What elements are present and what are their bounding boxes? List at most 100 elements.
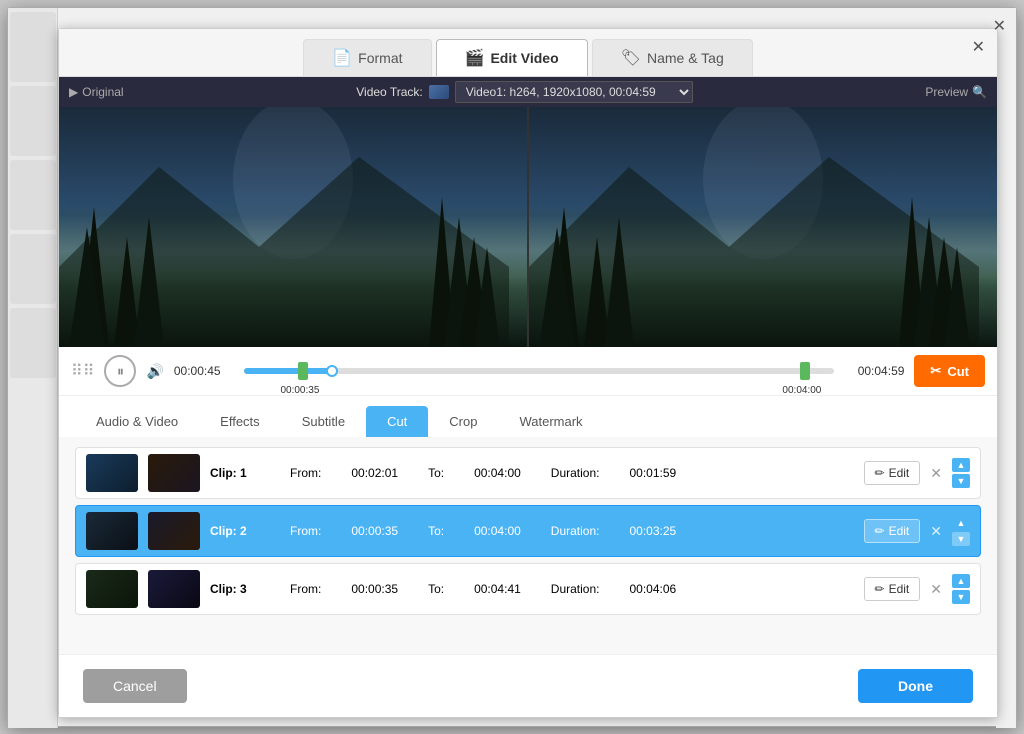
- bg-sidebar-item: [10, 86, 56, 156]
- clip-1-from-time: 00:02:01: [351, 466, 398, 480]
- pencil-icon: ✏: [875, 466, 885, 480]
- cut-button[interactable]: ✂ Cut: [914, 355, 985, 387]
- clip-1-to-time: 00:04:00: [474, 466, 521, 480]
- clip-1-from-label: From:: [290, 466, 321, 480]
- clip-2-duration: 00:03:25: [630, 524, 677, 538]
- sub-tab-cut-label: Cut: [387, 414, 407, 429]
- clip-row-1[interactable]: Clip: 1 From: 00:02:01 To: 00:04:00 Dura…: [75, 447, 981, 499]
- time-current: 00:00:45: [174, 364, 234, 378]
- timeline[interactable]: 00:00:35 00:04:00: [244, 361, 835, 381]
- sub-tab-watermark[interactable]: Watermark: [498, 406, 603, 437]
- clip-2-info: Clip: 2 From: 00:00:35 To: 00:04:00 Dura…: [210, 524, 854, 538]
- clip-row-2[interactable]: Clip: 2 From: 00:00:35 To: 00:04:00 Dura…: [75, 505, 981, 557]
- tab-bar: 📄 Format 🎬 Edit Video 🏷 Name & Tag: [59, 29, 997, 77]
- tab-format[interactable]: 📄 Format: [303, 39, 431, 76]
- controls-bar: ⠿⠿ ⏸ 🔊 00:00:45 00:00:35 00:04:00 00:04:…: [59, 347, 997, 396]
- timeline-playhead[interactable]: [326, 365, 338, 377]
- bg-sidebar-item: [10, 12, 56, 82]
- done-button[interactable]: Done: [858, 669, 973, 703]
- search-icon: 🔍: [972, 85, 987, 99]
- clip-2-from-time: 00:00:35: [351, 524, 398, 538]
- sub-tab-effects[interactable]: Effects: [199, 406, 281, 437]
- clip-1-duration: 00:01:59: [630, 466, 677, 480]
- tab-name-tag[interactable]: 🏷 Name & Tag: [592, 39, 753, 76]
- sub-tab-crop-label: Crop: [449, 414, 477, 429]
- clip-1-down-button[interactable]: ▼: [952, 474, 970, 488]
- sub-tab-audio-video-label: Audio & Video: [96, 414, 178, 429]
- clip-2-thumb-b: [148, 512, 200, 550]
- clip-1-name: Clip: 1: [210, 466, 260, 480]
- clip-2-edit-label: Edit: [889, 524, 910, 538]
- clip-1-close-icon[interactable]: ✕: [930, 466, 942, 480]
- clip-3-edit-label: Edit: [889, 582, 910, 596]
- sub-tab-bar: Audio & Video Effects Subtitle Cut Crop …: [59, 396, 997, 437]
- clip-3-down-button[interactable]: ▼: [952, 590, 970, 604]
- clip-3-actions: ✏ Edit: [864, 577, 921, 601]
- preview-label: Preview: [925, 85, 968, 99]
- video-track-dropdown[interactable]: Video1: h264, 1920x1080, 00:04:59: [455, 81, 693, 103]
- video-left: [59, 107, 529, 347]
- video-track-thumb: [429, 85, 449, 99]
- clip-1-edit-label: Edit: [889, 466, 910, 480]
- time-end: 00:04:59: [844, 364, 904, 378]
- sub-tab-effects-label: Effects: [220, 414, 260, 429]
- edit-video-icon: 🎬: [465, 48, 485, 68]
- sub-tab-crop[interactable]: Crop: [428, 406, 498, 437]
- timeline-handle-left[interactable]: 00:00:35: [298, 362, 308, 380]
- clip-3-duration-label: Duration:: [551, 582, 600, 596]
- clip-1-up-button[interactable]: ▲: [952, 458, 970, 472]
- original-badge: ▶ Original: [69, 85, 124, 99]
- pencil-icon-2: ✏: [875, 524, 885, 538]
- video-bg-right: [529, 107, 997, 347]
- tree-silhouette-right: [529, 107, 997, 347]
- pause-button[interactable]: ⏸: [104, 355, 136, 387]
- pause-icon: ⏸: [117, 363, 124, 380]
- clip-row-3[interactable]: Clip: 3 From: 00:00:35 To: 00:04:41 Dura…: [75, 563, 981, 615]
- clip-2-close-icon[interactable]: ✕: [930, 524, 942, 538]
- clip-2-arrow-controls: ▲ ▼: [952, 516, 970, 546]
- timeline-handle-right[interactable]: 00:04:00: [800, 362, 810, 380]
- clip-1-info: Clip: 1 From: 00:02:01 To: 00:04:00 Dura…: [210, 466, 854, 480]
- clip-1-edit-button[interactable]: ✏ Edit: [864, 461, 921, 485]
- tab-edit-video[interactable]: 🎬 Edit Video: [436, 39, 588, 76]
- video-section: ▶ Original Video Track: Video1: h264, 19…: [59, 77, 997, 347]
- handle-right-time: 00:04:00: [782, 385, 821, 396]
- scissors-icon: ✂: [930, 363, 941, 379]
- video-track-label: Video Track:: [356, 85, 422, 99]
- sub-tab-watermark-label: Watermark: [519, 414, 582, 429]
- cancel-button[interactable]: Cancel: [83, 669, 187, 703]
- sub-tab-subtitle-label: Subtitle: [302, 414, 345, 429]
- video-display: [59, 107, 997, 347]
- video-track-info: Video Track: Video1: h264, 1920x1080, 00…: [356, 81, 692, 103]
- clip-2-name: Clip: 2: [210, 524, 260, 538]
- video-header: ▶ Original Video Track: Video1: h264, 19…: [59, 77, 997, 107]
- tab-edit-video-label: Edit Video: [490, 50, 558, 66]
- clip-3-thumb-a: [86, 570, 138, 608]
- clip-1-actions: ✏ Edit: [864, 461, 921, 485]
- clip-1-to-label: To:: [428, 466, 444, 480]
- clip-3-arrow-controls: ▲ ▼: [952, 574, 970, 604]
- background-right-panel: [996, 8, 1016, 728]
- sub-tab-audio-video[interactable]: Audio & Video: [75, 406, 199, 437]
- clip-2-edit-button[interactable]: ✏ Edit: [864, 519, 921, 543]
- tab-name-tag-label: Name & Tag: [647, 50, 724, 66]
- tab-format-label: Format: [358, 50, 402, 66]
- dialog-close-icon[interactable]: ✕: [972, 37, 985, 57]
- clip-3-edit-button[interactable]: ✏ Edit: [864, 577, 921, 601]
- clip-1-thumb-a: [86, 454, 138, 492]
- clip-2-actions: ✏ Edit: [864, 519, 921, 543]
- clip-1-duration-label: Duration:: [551, 466, 600, 480]
- preview-button[interactable]: Preview 🔍: [925, 85, 987, 99]
- main-dialog: ✕ 📄 Format 🎬 Edit Video 🏷 Name & Tag ▶ O…: [58, 28, 998, 718]
- outer-close-icon[interactable]: ✕: [993, 16, 1006, 36]
- clip-2-up-button[interactable]: ▲: [952, 516, 970, 530]
- clip-3-up-button[interactable]: ▲: [952, 574, 970, 588]
- clip-2-to-label: To:: [428, 524, 444, 538]
- handle-left-time: 00:00:35: [280, 385, 319, 396]
- sub-tab-cut[interactable]: Cut: [366, 406, 428, 437]
- play-small-icon: ▶: [69, 85, 78, 99]
- clip-2-down-button[interactable]: ▼: [952, 532, 970, 546]
- timeline-progress: [244, 368, 333, 374]
- sub-tab-subtitle[interactable]: Subtitle: [281, 406, 366, 437]
- clip-3-close-icon[interactable]: ✕: [930, 582, 942, 596]
